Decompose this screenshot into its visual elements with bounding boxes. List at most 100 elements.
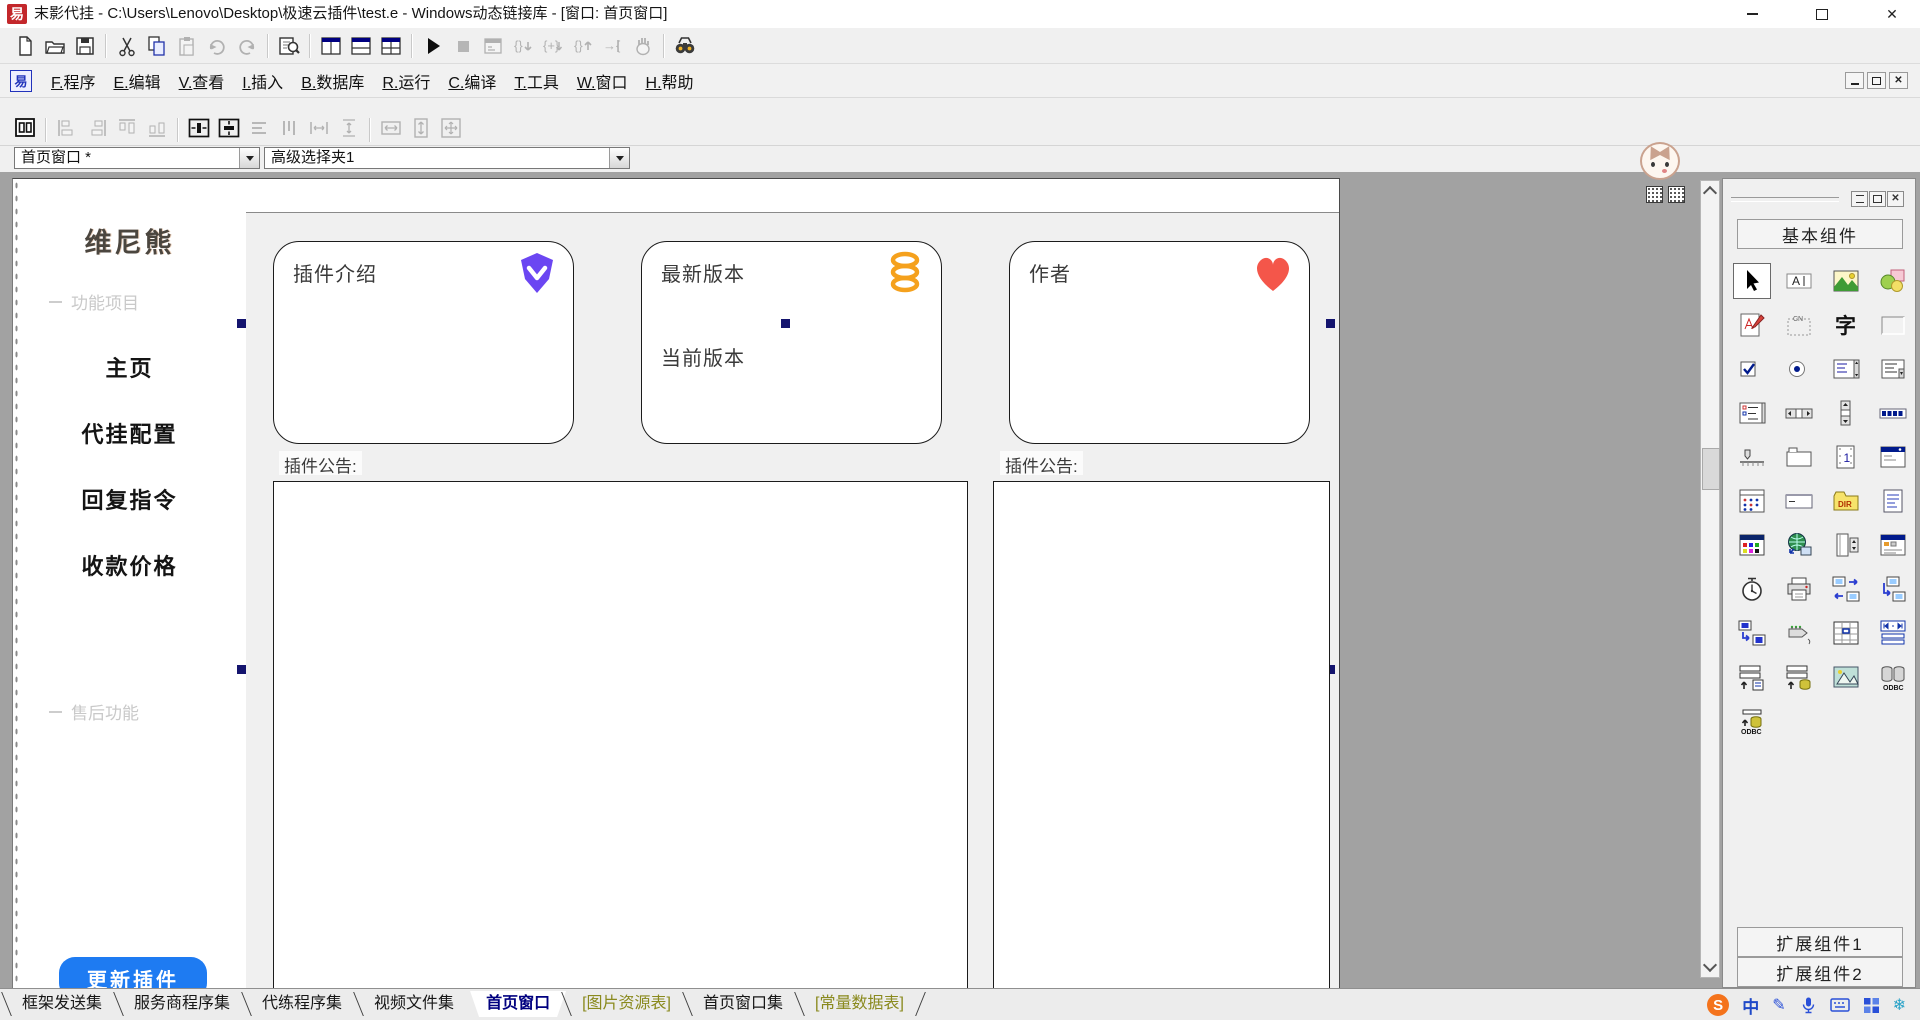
paste-button[interactable] (172, 32, 202, 60)
ime-punctuation-icon[interactable]: ✎ (1772, 995, 1785, 1015)
palette-icon-horizontal-scrollbar[interactable] (1780, 395, 1818, 431)
palette-icon-pointer[interactable] (1733, 263, 1771, 299)
space-across-button[interactable] (244, 114, 274, 142)
app-grid-icon[interactable] (1863, 997, 1880, 1014)
window-split-vertical-button[interactable] (316, 32, 346, 60)
menu-tools[interactable]: T.工具 (505, 65, 567, 97)
selection-handle[interactable] (1326, 319, 1335, 328)
microphone-icon[interactable] (1799, 996, 1817, 1014)
sogou-ime-icon[interactable]: S (1707, 994, 1729, 1016)
palette-icon-group-box[interactable]: CN (1780, 307, 1818, 343)
palette-icon-list-box[interactable] (1874, 351, 1912, 387)
palette-icon-internet-box[interactable] (1780, 527, 1818, 563)
palette-icon-combo-box[interactable] (1827, 351, 1865, 387)
fit-width-button[interactable] (376, 114, 406, 142)
palette-icon-checkbox[interactable] (1733, 351, 1771, 387)
design-notice-box-left[interactable] (273, 481, 968, 988)
run-button[interactable] (418, 32, 448, 60)
palette-icon-progress-bar[interactable] (1874, 395, 1912, 431)
menu-database[interactable]: B.数据库 (292, 65, 373, 97)
pause-hand-button[interactable] (628, 32, 658, 60)
window-split-horizontal-button[interactable] (346, 32, 376, 60)
close-button[interactable]: ✕ (1864, 0, 1920, 28)
palette-icon-com-port[interactable] (1780, 615, 1818, 651)
align-right-button[interactable] (82, 114, 112, 142)
redo-button[interactable] (202, 32, 232, 60)
palette-icon-vertical-scrollbar[interactable] (1827, 395, 1865, 431)
mdi-minimize-button[interactable] (1845, 72, 1864, 89)
minimize-button[interactable] (1724, 0, 1780, 28)
tab-home-window-set[interactable]: 首页窗口集 (687, 991, 799, 1017)
palette-icon-data-navigator[interactable] (1874, 615, 1912, 651)
tab-frame-send-set[interactable]: 框架发送集 (6, 991, 118, 1017)
form-designer-canvas[interactable]: 维尼熊 功能项目 主页 代挂配置 回复指令 收款价格 售后功能 更新插件 插件介… (12, 178, 1340, 988)
design-label-title[interactable]: 维尼熊 (13, 221, 246, 260)
new-file-button[interactable] (10, 32, 40, 60)
design-section-top[interactable]: 功能项目 (49, 289, 139, 314)
scroll-down-button[interactable] (1701, 957, 1719, 977)
palette-icon-rich-edit-box[interactable] (1874, 483, 1912, 519)
scrollbar-thumb[interactable] (1702, 448, 1720, 490)
toolbox-snowflake-icon[interactable]: ❄ (1893, 995, 1906, 1015)
palette-icon-duplex-socket[interactable] (1827, 571, 1865, 607)
open-file-button[interactable] (40, 32, 70, 60)
copy-button[interactable] (142, 32, 172, 60)
align-bottom-button[interactable] (142, 114, 172, 142)
design-nav-reply[interactable]: 回复指令 (13, 483, 246, 515)
menu-compile[interactable]: C.编译 (439, 65, 505, 97)
tab-provider-program-set[interactable]: 服务商程序集 (118, 991, 246, 1017)
palette-icon-slider-bar[interactable] (1733, 439, 1771, 475)
selection-handle[interactable] (237, 319, 246, 328)
design-notice-box-right[interactable] (993, 481, 1330, 988)
palette-maximize-button[interactable] (1869, 191, 1886, 207)
step-out-button[interactable]: {} (568, 32, 598, 60)
tab-constant-data-table[interactable]: [常量数据表] (799, 991, 920, 1017)
palette-icon-tab-control[interactable] (1780, 439, 1818, 475)
make-same-width-button[interactable] (304, 114, 334, 142)
design-section-bottom[interactable]: 售后功能 (49, 699, 139, 724)
mdi-close-button[interactable]: ✕ (1889, 72, 1908, 89)
palette-icon-timer[interactable] (1733, 571, 1771, 607)
search-binoculars-button[interactable] (670, 32, 700, 60)
palette-icon-image-resource[interactable] (1827, 659, 1865, 695)
mdi-restore-button[interactable] (1867, 72, 1886, 89)
tab-video-file-set[interactable]: 视频文件集 (358, 991, 470, 1017)
design-nav-config[interactable]: 代挂配置 (13, 417, 246, 449)
basic-components-button[interactable]: 基本组件 (1737, 219, 1903, 249)
palette-icon-sketch-board[interactable] (1733, 307, 1771, 343)
menu-help[interactable]: H.帮助 (637, 65, 703, 97)
design-nav-price[interactable]: 收款价格 (13, 549, 246, 581)
space-down-button[interactable] (274, 114, 304, 142)
desktop-pet-mascot[interactable] (1638, 138, 1684, 182)
palette-menu-button[interactable] (1851, 191, 1868, 207)
maximize-button[interactable] (1794, 0, 1850, 28)
cut-button[interactable] (112, 32, 142, 60)
combo-dropdown-button[interactable] (609, 148, 629, 168)
extended-components-2-button[interactable]: 扩展组件2 (1737, 957, 1903, 987)
align-left-button[interactable] (52, 114, 82, 142)
palette-icon-toolbar-control[interactable] (1874, 527, 1912, 563)
center-vertical-button[interactable] (214, 114, 244, 142)
keyboard-icon[interactable] (1830, 997, 1850, 1013)
palette-icon-label[interactable]: A (1780, 263, 1818, 299)
fit-height-button[interactable] (406, 114, 436, 142)
save-button[interactable] (70, 32, 100, 60)
palette-icon-client-socket[interactable] (1733, 615, 1771, 651)
tab-image-resource-table[interactable]: [图片资源表] (566, 991, 687, 1017)
form-grid-button[interactable] (10, 114, 40, 142)
design-card-version[interactable]: 最新版本 当前版本 (641, 241, 942, 444)
stop-button[interactable] (448, 32, 478, 60)
menu-program[interactable]: F.程序 (42, 65, 104, 97)
design-card-plugin-intro[interactable]: 插件介绍 (273, 241, 574, 444)
palette-icon-text-label[interactable]: 字 (1827, 307, 1865, 343)
palette-close-button[interactable]: ✕ (1887, 191, 1904, 207)
palette-icon-custom-window[interactable] (1874, 439, 1912, 475)
palette-icon-server-socket[interactable] (1874, 571, 1912, 607)
run-to-cursor-button[interactable]: →{ (598, 32, 628, 60)
combo-dropdown-button[interactable] (239, 148, 259, 168)
design-notice-label-right[interactable]: 插件公告: (1000, 451, 1083, 475)
palette-icon-radio-button[interactable] (1780, 351, 1818, 387)
make-same-height-button[interactable] (334, 114, 364, 142)
find-button[interactable] (274, 32, 304, 60)
palette-icon-odbc-provider[interactable]: ODBC (1733, 703, 1771, 739)
